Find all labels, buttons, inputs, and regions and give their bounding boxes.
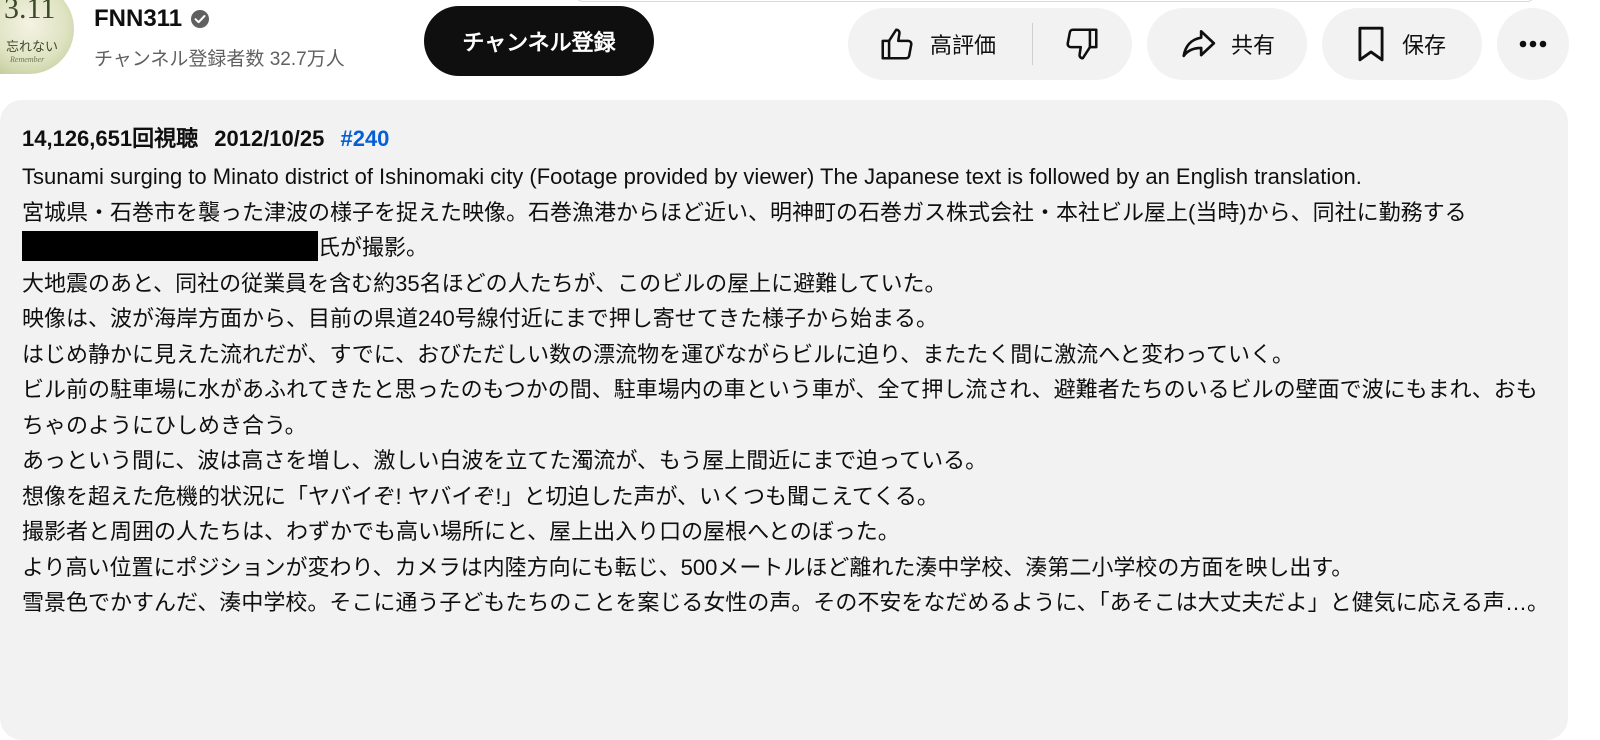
description-line: 雪景色でかすんだ、湊中学校。そこに通う子どもたちのことを案じる女性の声。その不安… [22, 590, 1550, 615]
more-dots-icon [1518, 39, 1548, 49]
description-line: はじめ静かに見えた流れだが、すでに、おびただしい数の漂流物を運びながらビルに迫り… [22, 341, 1295, 367]
avatar-logo-number: 3.11 [4, 0, 56, 25]
like-button[interactable]: 高評価 [848, 8, 1032, 80]
avatar-logo-text: 忘れない [6, 39, 59, 54]
description-line: ビル前の駐車場に水があふれてきたと思ったのもつかの間、駐車場内の車という車が、全… [22, 377, 1538, 438]
thumbs-up-icon [878, 25, 916, 63]
avatar-logo-script: Remember [10, 55, 45, 64]
description-line: 大地震のあと、同社の従業員を含む約35名ほどの人たちが、このビルの屋上に避難して… [22, 270, 947, 296]
channel-avatar[interactable]: 3.11 忘れない Remember [0, 0, 74, 74]
description-line: 想像を超えた危機的状況に「ヤバイぞ! ヤバイぞ!」と切迫した声が、いくつも聞こえ… [22, 483, 939, 509]
description-line: 映像は、波が海岸方面から、目前の県道240号線付近にまで押し寄せてきた様子から始… [22, 306, 939, 331]
description-line: あっという間に、波は高さを増し、激しい白波を立てた濁流が、もう屋上間近にまで迫っ… [22, 448, 988, 473]
save-button[interactable]: 保存 [1322, 8, 1482, 80]
hashtag-link[interactable]: #240 [340, 126, 389, 151]
description-line-part: 宮城県・石巻市を襲った津波の様子を捉えた映像。石巻漁港からほど近い、明神町の石巻… [22, 199, 1467, 225]
dislike-button[interactable] [1033, 8, 1131, 80]
description-line: Tsunami surging to Minato district of Is… [22, 164, 1362, 189]
channel-name[interactable]: FNN311 [94, 6, 210, 32]
description-text: Tsunami surging to Minato district of Is… [22, 159, 1552, 621]
share-arrow-icon [1179, 25, 1217, 63]
more-actions-button[interactable] [1497, 8, 1569, 80]
description-line: 撮影者と周囲の人たちは、わずかでも高い場所にと、屋上出入り口の屋根へとのぼった。 [22, 519, 900, 544]
description-line-part: 氏が撮影。 [318, 235, 429, 260]
video-meta: 14,126,651回視聴 2012/10/25 #240 [22, 124, 399, 154]
share-button[interactable]: 共有 [1147, 8, 1307, 80]
share-label: 共有 [1231, 33, 1276, 58]
save-label: 保存 [1402, 33, 1447, 58]
channel-name-text[interactable]: FNN311 [94, 6, 182, 32]
search-bar-edge [575, 0, 1535, 2]
description-line: より高い位置にポジションが変わり、カメラは内陸方向にも転じ、500メートルほど離… [22, 554, 1354, 580]
subscribe-button[interactable]: チャンネル登録 [424, 6, 654, 76]
like-dislike-group: 高評価 [848, 8, 1132, 80]
upload-date: 2012/10/25 [214, 126, 325, 151]
view-count: 14,126,651回視聴 [22, 126, 199, 151]
verified-icon [190, 9, 210, 29]
bookmark-icon [1354, 25, 1388, 63]
like-label: 高評価 [930, 33, 997, 58]
subscriber-count: チャンネル登録者数 32.7万人 [94, 49, 345, 70]
thumbs-down-icon [1063, 25, 1101, 63]
description-line: 宮城県・石巻市を襲った津波の様子を捉えた映像。石巻漁港からほど近い、明神町の石巻… [22, 195, 1552, 266]
redacted-name [22, 231, 318, 261]
